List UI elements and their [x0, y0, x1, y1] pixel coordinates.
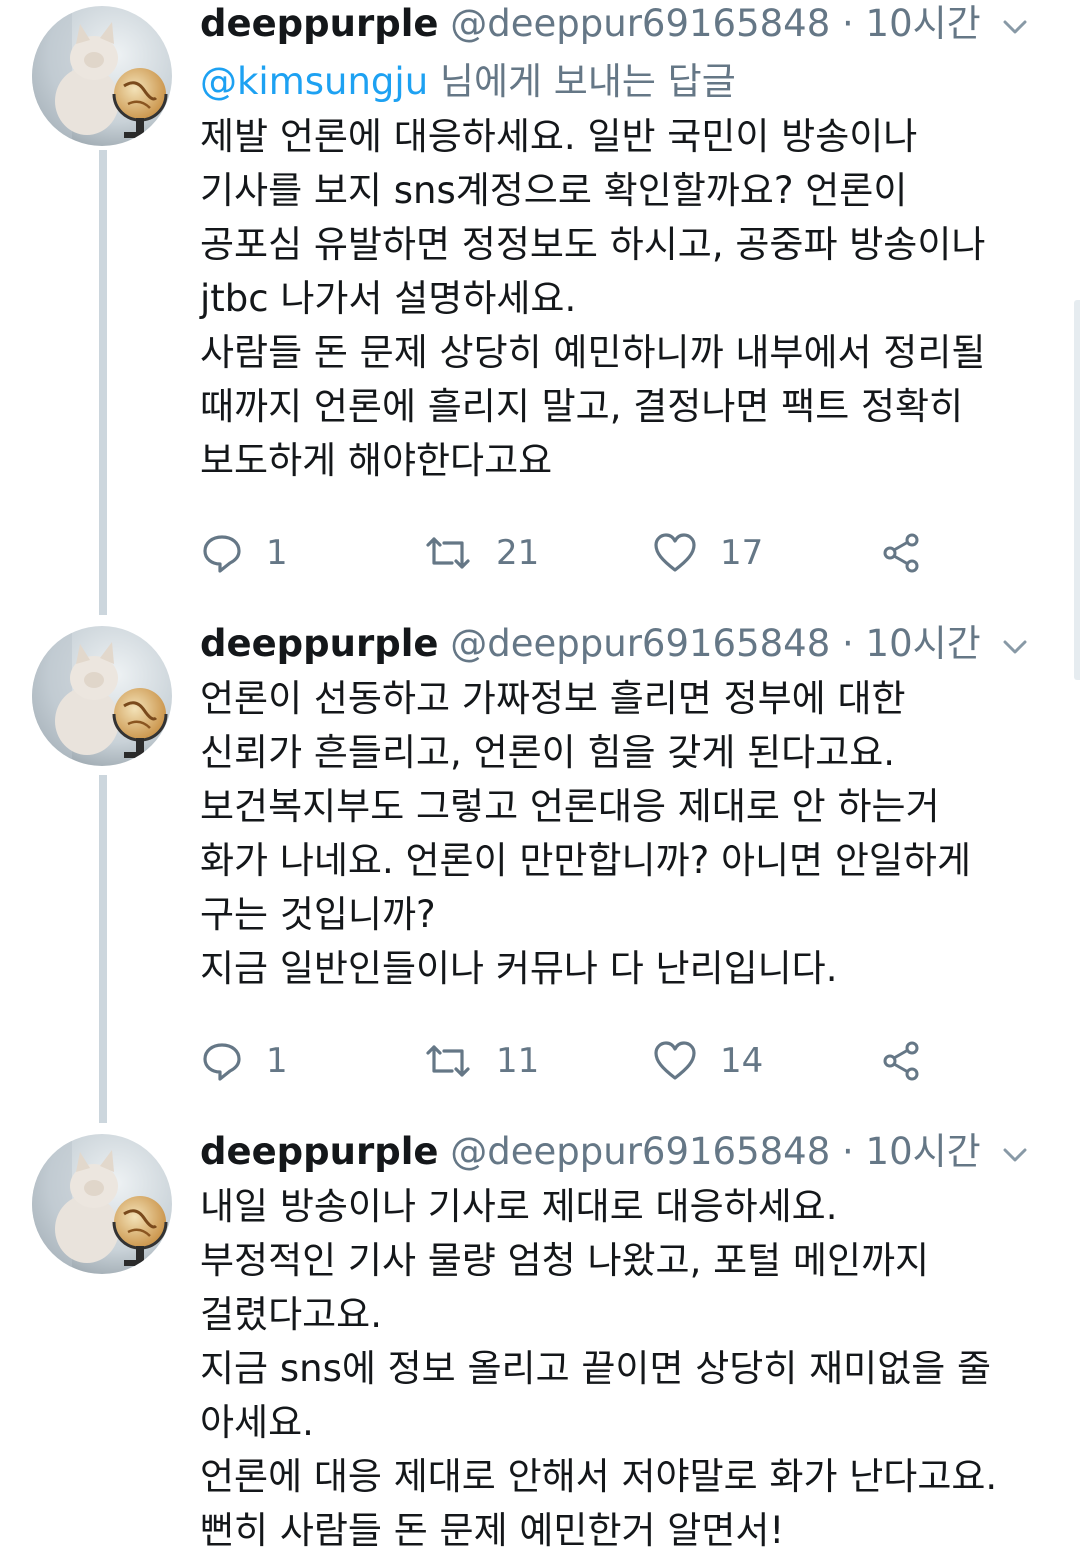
separator-dot: · — [842, 1130, 854, 1173]
avatar[interactable] — [32, 1134, 172, 1274]
tweet-header: deeppurple @deeppur69165848 · 10시간 — [200, 620, 1050, 668]
tweet-text-line: 아세요. — [200, 1401, 314, 1444]
share-icon — [880, 531, 924, 575]
tweet-text: 제발 언론에 대응하세요. 일반 국민이 방송이나 기사를 보지 sns계정으로… — [200, 110, 1050, 488]
tweet-text-line: 부정적인 기사 물량 엄청 나왔고, 포털 메인까지 — [200, 1239, 930, 1282]
user-name[interactable]: deeppurple — [200, 622, 439, 665]
user-handle[interactable]: @deeppur69165848 — [450, 2, 830, 45]
separator-dot: · — [842, 622, 854, 665]
tweet-text-line: 언론에 대응 제대로 안해서 저야말로 화가 난다고요. — [200, 1455, 998, 1498]
tweet-text: 언론이 선동하고 가짜정보 흘리면 정부에 대한 신뢰가 흔들리고, 언론이 힘… — [200, 672, 1050, 996]
tweet-text-line: 언론이 선동하고 가짜정보 흘리면 정부에 대한 — [200, 677, 906, 720]
retweet-button[interactable]: 11 — [422, 1036, 539, 1086]
thread-connector-line — [99, 150, 107, 615]
tweet-text-line: 공포심 유발하면 정정보도 하시고, 공중파 방송이나 — [200, 223, 986, 266]
tweet-header: deeppurple @deeppur69165848 · 10시간 — [200, 1128, 1050, 1176]
retweet-count: 21 — [496, 533, 540, 573]
heart-icon — [652, 1039, 698, 1083]
reply-button[interactable]: 1 — [200, 528, 288, 578]
tweet-text-line: 때까지 언론에 흘리지 말고, 결정나면 팩트 정확히 — [200, 385, 964, 428]
like-count: 17 — [720, 533, 764, 573]
tweet-text-line: 화가 나네요. 언론이 만만합니까? 아니면 안일하게 — [200, 839, 972, 882]
retweet-count: 11 — [496, 1041, 540, 1081]
tweet-time[interactable]: 10시간 — [866, 1130, 981, 1173]
like-button[interactable]: 17 — [652, 528, 763, 578]
user-name[interactable]: deeppurple — [200, 1130, 439, 1173]
reply-count: 1 — [266, 533, 288, 573]
chevron-down-icon[interactable] — [1000, 1134, 1030, 1164]
avatar[interactable] — [32, 6, 172, 146]
tweet-text-line: 보도하게 해야한다고요 — [200, 439, 553, 482]
tweet-text-line: 기사를 보지 sns계정으로 확인할까요? 언론이 — [200, 169, 908, 212]
tweet-text-line: 뻔히 사람들 돈 문제 예민한거 알면서! — [200, 1509, 785, 1552]
reply-icon — [200, 531, 244, 575]
tweet-time[interactable]: 10시간 — [866, 622, 981, 665]
tweet-text-line: 걸렸다고요. — [200, 1293, 382, 1336]
user-handle[interactable]: @deeppur69165848 — [450, 622, 830, 665]
share-button[interactable] — [880, 1036, 924, 1086]
tweet-actions: 1 11 14 — [200, 1036, 1050, 1086]
tweet-text-line: 지금 sns에 정보 올리고 끝이면 상당히 재미없을 줄 — [200, 1347, 992, 1390]
like-count: 14 — [720, 1041, 764, 1081]
thread-connector-line — [99, 775, 107, 1123]
user-handle[interactable]: @deeppur69165848 — [450, 1130, 830, 1173]
scrollbar[interactable] — [1074, 300, 1080, 680]
tweet-text: 내일 방송이나 기사로 제대로 대응하세요. 부정적인 기사 물량 엄청 나왔고… — [200, 1180, 1050, 1558]
tweet-time[interactable]: 10시간 — [866, 2, 981, 45]
like-button[interactable]: 14 — [652, 1036, 763, 1086]
retweet-button[interactable]: 21 — [422, 528, 539, 578]
reply-count: 1 — [266, 1041, 288, 1081]
reply-icon — [200, 1039, 244, 1083]
heart-icon — [652, 531, 698, 575]
reply-context: @kimsungju 님에게 보내는 답글 — [200, 54, 1050, 110]
tweet-text-line: 보건복지부도 그렇고 언론대응 제대로 안 하는거 — [200, 785, 940, 828]
tweet-actions: 1 21 17 — [200, 528, 1050, 578]
reply-button[interactable]: 1 — [200, 1036, 288, 1086]
tweet-header: deeppurple @deeppur69165848 · 10시간 — [200, 0, 1050, 48]
separator-dot: · — [842, 2, 854, 45]
share-icon — [880, 1039, 924, 1083]
reply-mention-link[interactable]: @kimsungju — [200, 60, 428, 103]
share-button[interactable] — [880, 528, 924, 578]
reply-context-label: 님에게 보내는 답글 — [428, 60, 736, 103]
tweet-text-line: 구는 것입니까? — [200, 893, 436, 936]
tweet-text-line: 지금 일반인들이나 커뮤나 다 난리입니다. — [200, 947, 838, 990]
tweet-text-line: 내일 방송이나 기사로 제대로 대응하세요. — [200, 1185, 838, 1228]
tweet-text-line: 제발 언론에 대응하세요. 일반 국민이 방송이나 — [200, 115, 918, 158]
chevron-down-icon[interactable] — [1000, 626, 1030, 656]
avatar[interactable] — [32, 626, 172, 766]
retweet-icon — [422, 1039, 474, 1083]
tweet-text-line: 사람들 돈 문제 상당히 예민하니까 내부에서 정리될 — [200, 331, 986, 374]
user-name[interactable]: deeppurple — [200, 2, 439, 45]
tweet-text-line: jtbc 나가서 설명하세요. — [200, 277, 577, 320]
retweet-icon — [422, 531, 474, 575]
tweet-text-line: 신뢰가 흔들리고, 언론이 힘을 갖게 된다고요. — [200, 731, 896, 774]
chevron-down-icon[interactable] — [1000, 6, 1030, 36]
